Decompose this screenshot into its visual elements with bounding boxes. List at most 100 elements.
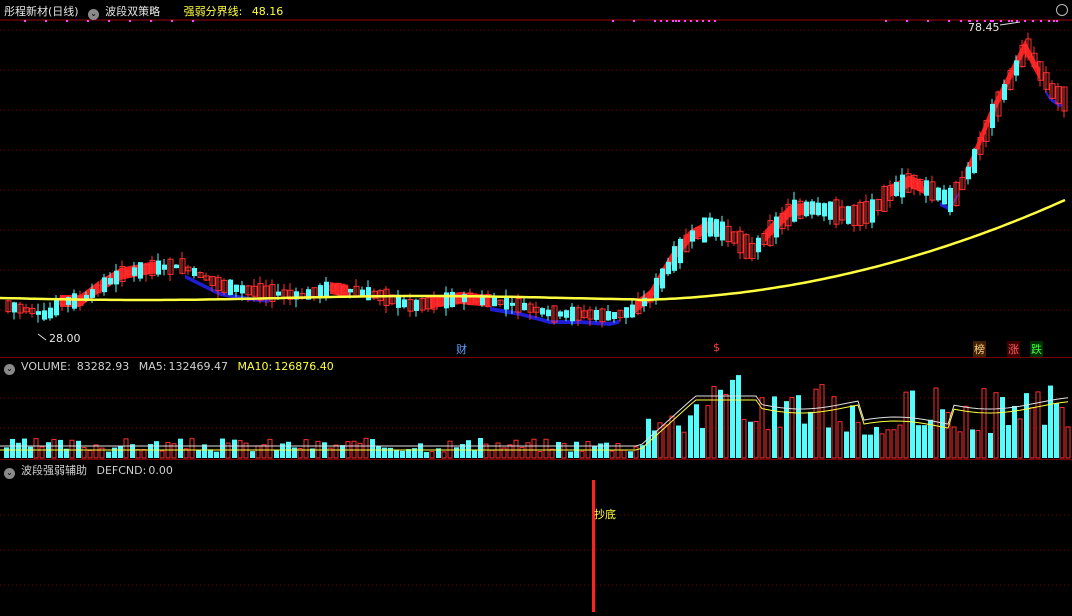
volume-bar-up bbox=[441, 451, 447, 459]
event-tag-dollar[interactable]: $ bbox=[712, 341, 721, 354]
candle-body-down bbox=[1014, 60, 1019, 76]
price-chart-panel[interactable]: 彤程新材(日线) ⌄ 波段双策略 强弱分界线: 48.16 78.45 28.00… bbox=[0, 0, 1072, 357]
candle-body-down bbox=[42, 310, 47, 320]
volume-bar-up bbox=[711, 386, 717, 459]
volume-bar-down bbox=[808, 411, 813, 458]
marker-dot bbox=[678, 20, 680, 22]
boundary-value: 48.16 bbox=[251, 5, 284, 18]
volume-bar-up bbox=[69, 439, 75, 459]
event-tag-finance[interactable]: 财 bbox=[455, 341, 468, 357]
candle-body-down bbox=[360, 289, 365, 296]
candle-body-down bbox=[276, 291, 281, 296]
candle-body-down bbox=[558, 311, 563, 317]
candle-body-down bbox=[114, 270, 119, 285]
marker-dot bbox=[675, 20, 677, 22]
volume-bar-up bbox=[87, 450, 93, 459]
volume-bar-up bbox=[189, 438, 195, 459]
candle-body-down bbox=[666, 261, 671, 275]
volume-bar-up bbox=[261, 444, 267, 459]
volume-bar-down bbox=[748, 421, 753, 458]
volume-bar-down bbox=[736, 375, 741, 458]
volume-bar-up bbox=[225, 442, 231, 459]
volume-bar-up bbox=[777, 426, 783, 459]
candle-body-down bbox=[228, 279, 233, 296]
volume-bar-up bbox=[819, 384, 825, 459]
marker-dot bbox=[708, 20, 710, 22]
chevron-down-icon[interactable]: ⌄ bbox=[4, 364, 15, 375]
aux-indicator-panel[interactable]: ⌄ 波段强弱辅助 DEFCND: 0.00 抄底 bbox=[0, 459, 1072, 616]
candle-body-down bbox=[324, 281, 329, 298]
volume-bar-up bbox=[429, 451, 435, 459]
volume-panel[interactable]: ⌄ VOLUME: 83282.93 MA5: 132469.47 MA10: 1268… bbox=[0, 357, 1072, 460]
ma10-value: 126876.40 bbox=[274, 360, 334, 373]
volume-label: VOLUME: bbox=[21, 360, 71, 373]
marker-dot bbox=[672, 20, 674, 22]
settings-circle-icon[interactable] bbox=[1056, 4, 1068, 16]
candle-body-down bbox=[972, 149, 977, 173]
volume-bar-down bbox=[292, 447, 297, 458]
marker-dot bbox=[702, 20, 704, 22]
volume-bar-up bbox=[1065, 426, 1071, 459]
event-tag-up[interactable]: 涨 bbox=[1007, 341, 1020, 357]
volume-bar-up bbox=[1017, 418, 1023, 459]
volume-bar-down bbox=[424, 451, 429, 458]
candle-body-down bbox=[504, 297, 509, 310]
volume-bar-up bbox=[753, 420, 759, 459]
volume-bar-down bbox=[454, 447, 459, 458]
volume-bar-down bbox=[874, 426, 879, 458]
candle-body-down bbox=[492, 296, 497, 307]
volume-bar-down bbox=[274, 449, 279, 458]
ma10-label: MA10: bbox=[237, 360, 273, 373]
candle-body-down bbox=[828, 201, 833, 220]
high-price-label: 78.45 bbox=[968, 21, 1000, 34]
candle-body-down bbox=[102, 277, 107, 293]
volume-bar-up bbox=[93, 444, 99, 459]
volume-bar-down bbox=[220, 438, 225, 458]
event-tag-rank[interactable]: 榜 bbox=[973, 341, 986, 357]
volume-bar-up bbox=[1059, 406, 1065, 459]
volume-bar-down bbox=[1024, 393, 1029, 458]
volume-bar-down bbox=[592, 446, 597, 458]
marker-dot bbox=[927, 20, 929, 22]
volume-bar-up bbox=[39, 446, 45, 459]
strength-boundary-line bbox=[0, 198, 1066, 302]
candle-body-down bbox=[942, 189, 947, 205]
chevron-down-icon[interactable]: ⌄ bbox=[4, 468, 15, 479]
volume-bar-down bbox=[1006, 425, 1011, 458]
candle-body-down bbox=[522, 302, 527, 311]
aux-chart-canvas[interactable] bbox=[0, 460, 1072, 616]
candle-body-down bbox=[804, 201, 809, 217]
candle-body-down bbox=[654, 277, 659, 301]
volume-bar-down bbox=[694, 404, 699, 458]
volume-bar-down bbox=[382, 447, 387, 458]
chevron-down-icon[interactable]: ⌄ bbox=[88, 9, 100, 20]
volume-bar-up bbox=[513, 439, 519, 459]
candle-body-down bbox=[48, 307, 53, 319]
candle-body-down bbox=[624, 307, 629, 318]
bottom-signal-label: 抄底 bbox=[594, 508, 616, 521]
ma5-value: 132469.47 bbox=[168, 360, 229, 373]
stock-title: 彤程新材(日线) bbox=[4, 5, 79, 18]
candle-body-down bbox=[564, 310, 569, 318]
marker-dot bbox=[612, 20, 614, 22]
low-price-label: 28.00 bbox=[49, 332, 81, 345]
candle-body-down bbox=[156, 260, 161, 275]
volume-bar-down bbox=[844, 431, 849, 458]
volume-bar-up bbox=[981, 388, 987, 459]
volume-bar-down bbox=[988, 432, 993, 458]
price-chart-canvas[interactable] bbox=[0, 0, 1072, 357]
volume-bar-up bbox=[135, 449, 141, 459]
volume-bar-down bbox=[868, 434, 873, 458]
marker-dot bbox=[666, 20, 668, 22]
strategy-dropdown[interactable]: ⌄ 波段双策略 bbox=[88, 5, 166, 20]
candle-body-down bbox=[12, 302, 17, 313]
event-tag-down[interactable]: 跌 bbox=[1030, 341, 1043, 357]
volume-bar-up bbox=[681, 431, 687, 459]
volume-bar-up bbox=[159, 450, 165, 459]
volume-bar-up bbox=[531, 438, 537, 459]
volume-bar-up bbox=[303, 439, 309, 459]
candle-body-down bbox=[714, 219, 719, 237]
volume-bar-up bbox=[81, 447, 87, 459]
volume-bar-down bbox=[232, 439, 237, 458]
volume-bar-up bbox=[1035, 391, 1041, 459]
